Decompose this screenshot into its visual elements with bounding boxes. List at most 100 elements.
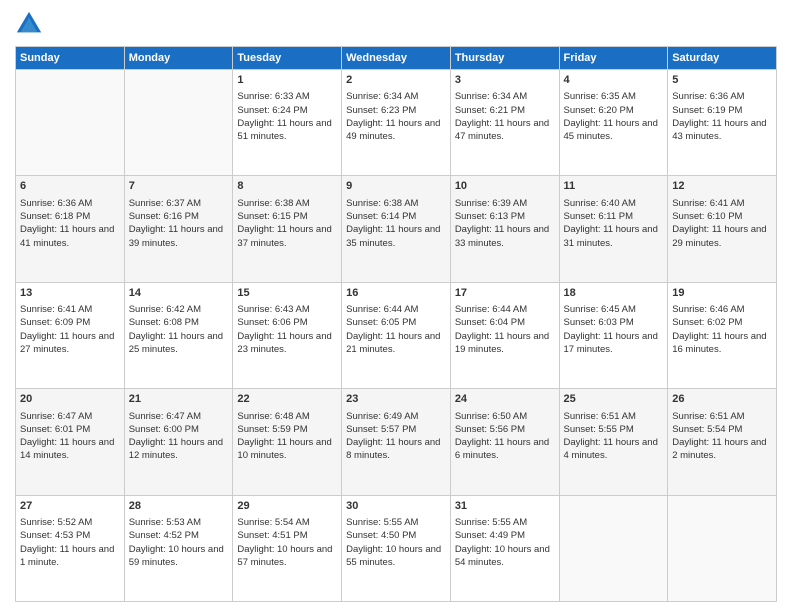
day-number: 10 (455, 179, 555, 194)
daylight-text: Daylight: 10 hours and 59 minutes. (129, 544, 224, 568)
calendar: SundayMondayTuesdayWednesdayThursdayFrid… (15, 46, 777, 602)
day-number: 31 (455, 499, 555, 514)
sunrise-text: Sunrise: 5:55 AM (346, 517, 418, 528)
daylight-text: Daylight: 11 hours and 12 minutes. (129, 437, 223, 461)
sunrise-text: Sunrise: 5:53 AM (129, 517, 201, 528)
sunset-text: Sunset: 6:00 PM (129, 424, 199, 435)
header (15, 10, 777, 38)
calendar-header-monday: Monday (124, 47, 233, 70)
calendar-cell: 10Sunrise: 6:39 AMSunset: 6:13 PMDayligh… (450, 176, 559, 282)
daylight-text: Daylight: 11 hours and 41 minutes. (20, 224, 114, 248)
sunset-text: Sunset: 6:02 PM (672, 317, 742, 328)
day-number: 19 (672, 286, 772, 301)
calendar-week-row: 20Sunrise: 6:47 AMSunset: 6:01 PMDayligh… (16, 389, 777, 495)
calendar-cell: 21 Sunrise: 6:47 AM Sunset: 6:00 PM Dayligh… (124, 389, 233, 495)
sunrise-text: Sunrise: 5:52 AM (20, 517, 92, 528)
calendar-cell: 3Sunrise: 6:34 AMSunset: 6:21 PMDaylight… (450, 70, 559, 176)
sunset-text: Sunset: 6:16 PM (129, 211, 199, 222)
daylight-text: Daylight: 11 hours and 51 minutes. (237, 118, 331, 142)
daylight-text: Daylight: 11 hours and 2 minutes. (672, 437, 766, 461)
sunset-text: Sunset: 6:23 PM (346, 105, 416, 116)
calendar-cell: 22Sunrise: 6:48 AMSunset: 5:59 PMDayligh… (233, 389, 342, 495)
sunrise-text: Sunrise: 6:48 AM (237, 411, 309, 422)
sunrise-text: Sunrise: 5:55 AM (455, 517, 527, 528)
calendar-cell: 27Sunrise: 5:52 AMSunset: 4:53 PMDayligh… (16, 495, 125, 601)
calendar-cell: 11Sunrise: 6:40 AMSunset: 6:11 PMDayligh… (559, 176, 668, 282)
calendar-cell: 6Sunrise: 6:36 AMSunset: 6:18 PMDaylight… (16, 176, 125, 282)
calendar-cell: 19 Sunrise: 6:46 AM Sunset: 6:02 PM Dayligh… (668, 282, 777, 388)
calendar-cell: 18Sunrise: 6:45 AMSunset: 6:03 PMDayligh… (559, 282, 668, 388)
sunset-text: Sunset: 5:56 PM (455, 424, 525, 435)
day-number: 15 (237, 286, 337, 301)
sunrise-text: Sunrise: 6:40 AM (564, 198, 636, 209)
daylight-text: Daylight: 11 hours and 23 minutes. (237, 331, 331, 355)
sunset-text: Sunset: 6:13 PM (455, 211, 525, 222)
day-number: 30 (346, 499, 446, 514)
daylight-text: Daylight: 11 hours and 19 minutes. (455, 331, 549, 355)
calendar-cell: 5Sunrise: 6:36 AMSunset: 6:19 PMDaylight… (668, 70, 777, 176)
calendar-week-row: 13Sunrise: 6:41 AMSunset: 6:09 PMDayligh… (16, 282, 777, 388)
calendar-week-row: 27Sunrise: 5:52 AMSunset: 4:53 PMDayligh… (16, 495, 777, 601)
sunrise-text: Sunrise: 6:36 AM (672, 91, 744, 102)
calendar-cell: 17 Sunrise: 6:44 AM Sunset: 6:04 PM Dayligh… (450, 282, 559, 388)
day-number: 20 (20, 392, 120, 407)
calendar-header-thursday: Thursday (450, 47, 559, 70)
day-number: 22 (237, 392, 337, 407)
calendar-cell: 23Sunrise: 6:49 AMSunset: 5:57 PMDayligh… (342, 389, 451, 495)
daylight-text: Daylight: 11 hours and 1 minute. (20, 544, 114, 568)
day-number: 4 (564, 73, 664, 88)
sunset-text: Sunset: 6:10 PM (672, 211, 742, 222)
page: SundayMondayTuesdayWednesdayThursdayFrid… (0, 0, 792, 612)
day-number: 7 (129, 179, 229, 194)
calendar-header-sunday: Sunday (16, 47, 125, 70)
sunset-text: Sunset: 6:06 PM (237, 317, 307, 328)
calendar-cell (559, 495, 668, 601)
day-number: 16 (346, 286, 446, 301)
logo-icon (15, 10, 43, 38)
sunrise-text: Sunrise: 6:36 AM (20, 198, 92, 209)
daylight-text: Daylight: 11 hours and 14 minutes. (20, 437, 114, 461)
sunrise-text: Sunrise: 6:38 AM (346, 198, 418, 209)
day-number: 2 (346, 73, 446, 88)
sunrise-text: Sunrise: 6:42 AM (129, 304, 201, 315)
calendar-cell: 4Sunrise: 6:35 AMSunset: 6:20 PMDaylight… (559, 70, 668, 176)
calendar-cell: 28Sunrise: 5:53 AMSunset: 4:52 PMDayligh… (124, 495, 233, 601)
calendar-header-wednesday: Wednesday (342, 47, 451, 70)
daylight-text: Daylight: 11 hours and 25 minutes. (129, 331, 223, 355)
day-number: 14 (129, 286, 229, 301)
day-number: 17 (455, 286, 555, 301)
sunrise-text: Sunrise: 6:46 AM (672, 304, 744, 315)
sunrise-text: Sunrise: 6:50 AM (455, 411, 527, 422)
sunrise-text: Sunrise: 6:51 AM (672, 411, 744, 422)
day-number: 5 (672, 73, 772, 88)
daylight-text: Daylight: 11 hours and 45 minutes. (564, 118, 658, 142)
calendar-cell: 25Sunrise: 6:51 AMSunset: 5:55 PMDayligh… (559, 389, 668, 495)
day-number: 25 (564, 392, 664, 407)
day-number: 24 (455, 392, 555, 407)
daylight-text: Daylight: 11 hours and 33 minutes. (455, 224, 549, 248)
daylight-text: Daylight: 11 hours and 37 minutes. (237, 224, 331, 248)
sunset-text: Sunset: 6:05 PM (346, 317, 416, 328)
daylight-text: Daylight: 10 hours and 55 minutes. (346, 544, 441, 568)
calendar-cell: 2Sunrise: 6:34 AMSunset: 6:23 PMDaylight… (342, 70, 451, 176)
calendar-header-row: SundayMondayTuesdayWednesdayThursdayFrid… (16, 47, 777, 70)
sunrise-text: Sunrise: 6:33 AM (237, 91, 309, 102)
day-number: 27 (20, 499, 120, 514)
day-number: 21 (129, 392, 229, 407)
daylight-text: Daylight: 11 hours and 16 minutes. (672, 331, 766, 355)
sunset-text: Sunset: 4:51 PM (237, 530, 307, 541)
sunrise-text: Sunrise: 6:47 AM (129, 411, 201, 422)
calendar-week-row: 1Sunrise: 6:33 AMSunset: 6:24 PMDaylight… (16, 70, 777, 176)
calendar-cell: 16Sunrise: 6:44 AMSunset: 6:05 PMDayligh… (342, 282, 451, 388)
calendar-cell: 31Sunrise: 5:55 AMSunset: 4:49 PMDayligh… (450, 495, 559, 601)
sunset-text: Sunset: 6:04 PM (455, 317, 525, 328)
sunrise-text: Sunrise: 6:44 AM (455, 304, 527, 315)
calendar-cell: 12Sunrise: 6:41 AMSunset: 6:10 PMDayligh… (668, 176, 777, 282)
calendar-header-tuesday: Tuesday (233, 47, 342, 70)
calendar-cell: 20Sunrise: 6:47 AMSunset: 6:01 PMDayligh… (16, 389, 125, 495)
sunrise-text: Sunrise: 6:38 AM (237, 198, 309, 209)
calendar-cell: 26Sunrise: 6:51 AMSunset: 5:54 PMDayligh… (668, 389, 777, 495)
daylight-text: Daylight: 11 hours and 6 minutes. (455, 437, 549, 461)
sunrise-text: Sunrise: 6:47 AM (20, 411, 92, 422)
day-number: 23 (346, 392, 446, 407)
